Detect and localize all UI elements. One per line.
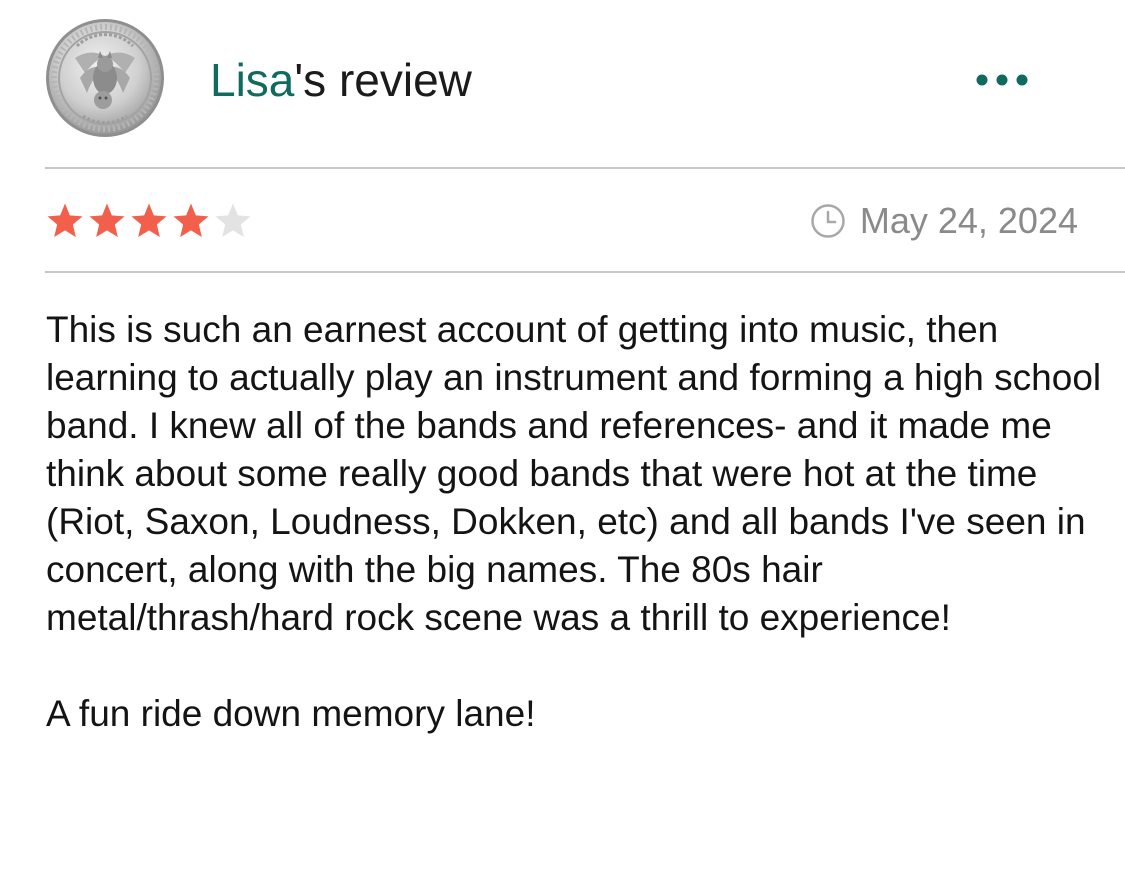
review-body: This is such an earnest account of getti…: [46, 306, 1106, 738]
review-paragraph: This is such an earnest account of getti…: [46, 309, 1102, 638]
star-filled-icon: [129, 201, 169, 241]
star-empty-icon: [213, 201, 253, 241]
review-page: Lisa's review May 24, 2024 This is such …: [0, 0, 1125, 885]
star-filled-icon: [87, 201, 127, 241]
avatar[interactable]: [45, 18, 165, 138]
review-date: May 24, 2024: [810, 199, 1078, 243]
review-date-text: May 24, 2024: [859, 200, 1078, 241]
review-title: Lisa's review: [210, 52, 472, 108]
star-rating: [45, 201, 253, 241]
more-options-button[interactable]: [970, 60, 1034, 100]
star-filled-icon: [171, 201, 211, 241]
review-paragraph: A fun ride down memory lane!: [46, 693, 536, 734]
review-header: Lisa's review: [0, 0, 1125, 168]
reviewer-name-link[interactable]: Lisa: [210, 54, 294, 106]
rating-divider: [45, 271, 1125, 273]
rating-row: May 24, 2024: [0, 169, 1125, 271]
more-horizontal-icon: [976, 74, 1028, 86]
coin-avatar-icon: [46, 19, 164, 137]
clock-icon: [811, 204, 845, 238]
star-filled-icon: [45, 201, 85, 241]
title-suffix: 's review: [294, 54, 472, 106]
